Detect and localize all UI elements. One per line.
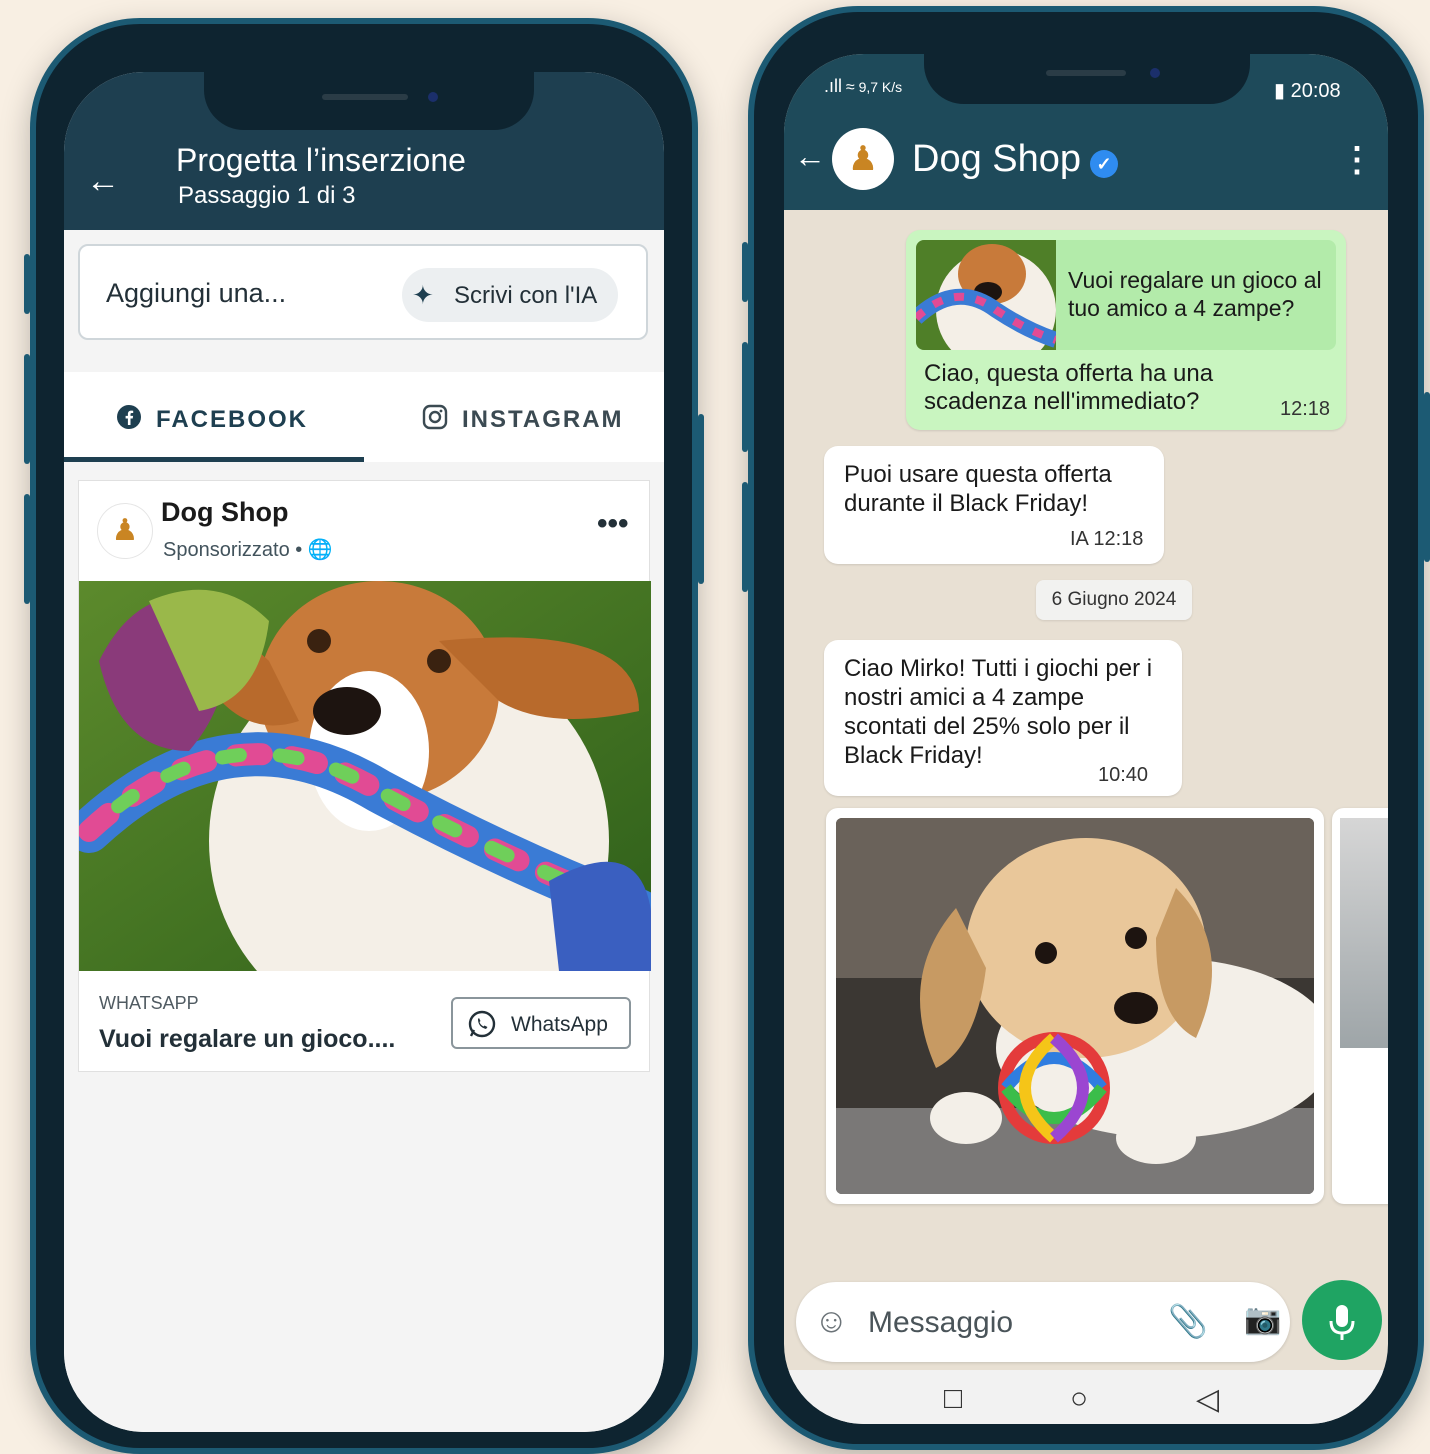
left-phone-screen: ← Progetta l’inserzione Passaggio 1 di 3…	[64, 72, 664, 1432]
camera-icon[interactable]: 📷	[1244, 1302, 1281, 1337]
tab-facebook-label: FACEBOOK	[156, 406, 309, 433]
puppy-with-ball-illustration	[836, 818, 1314, 1194]
left-phone-frame: ← Progetta l’inserzione Passaggio 1 di 3…	[24, 18, 704, 1454]
contact-avatar[interactable]: ♟	[832, 128, 894, 190]
verified-badge-icon: ✓	[1090, 150, 1118, 178]
chat-header: .ıll ≈ 9,7 K/s ▮ 20:08 ← ♟ Dog Shop ✓ ⋮	[784, 54, 1388, 210]
back-triangle-icon[interactable]: ◁	[1196, 1382, 1219, 1417]
more-vertical-icon[interactable]: ⋮	[1340, 140, 1374, 180]
right-phone-frame: .ıll ≈ 9,7 K/s ▮ 20:08 ← ♟ Dog Shop ✓ ⋮	[742, 6, 1430, 1450]
incoming-message[interactable]: Puoi usare questa offerta durante il Bla…	[824, 446, 1164, 564]
puppy-photo	[836, 818, 1314, 1194]
page-avatar: ♟	[97, 503, 153, 559]
notch	[204, 72, 534, 130]
platform-tabs: FACEBOOK INSTAGRAM	[64, 372, 664, 462]
ad-builder-header: ← Progetta l’inserzione Passaggio 1 di 3	[64, 72, 664, 230]
arrow-left-icon[interactable]: ←	[794, 138, 826, 175]
cta-headline: Vuoi regalare un gioco....	[99, 1025, 396, 1053]
post-photo-dog-with-rope-toy	[79, 581, 651, 971]
empty-area	[64, 1082, 664, 1432]
whatsapp-cta-label: WhatsApp	[511, 1013, 608, 1036]
microphone-button[interactable]	[1302, 1280, 1382, 1360]
front-camera	[428, 92, 438, 102]
whatsapp-cta-button[interactable]: WhatsApp	[451, 997, 631, 1049]
power-button	[1424, 392, 1430, 562]
date-separator: 6 Giugno 2024	[1036, 580, 1192, 620]
attachment-icon[interactable]: 📎	[1168, 1302, 1208, 1340]
sparkle-icon: ✦	[412, 280, 434, 310]
battery-icon: ▮	[1274, 80, 1286, 102]
add-text-label: Aggiungi una...	[106, 278, 287, 308]
volume-button	[24, 494, 30, 604]
page-title: Progetta l’inserzione	[176, 142, 466, 178]
message-input-placeholder[interactable]: Messaggio	[868, 1306, 1013, 1340]
clock: 20:08	[1290, 80, 1341, 102]
facebook-icon	[116, 404, 142, 437]
step-indicator: Passaggio 1 di 3	[178, 182, 356, 209]
post-page-name: Dog Shop	[161, 497, 289, 527]
arrow-left-icon[interactable]: ←	[86, 162, 120, 201]
next-photo	[1340, 818, 1388, 1048]
volume-button	[24, 254, 30, 314]
chat-area: Vuoi regalare un gioco al tuo amico a 4 …	[784, 210, 1388, 1290]
recent-apps-icon[interactable]: □	[944, 1382, 962, 1416]
emoji-icon[interactable]: ☺	[814, 1302, 849, 1341]
message-text: Ciao, questa offerta ha una scadenza nel…	[924, 360, 1214, 415]
message-time: 10:40	[1098, 764, 1149, 786]
home-icon[interactable]: ○	[1070, 1382, 1088, 1416]
add-text-box[interactable]: Aggiungi una... ✦ Scrivi con l'IA	[78, 244, 648, 340]
image-message-next[interactable]	[1332, 808, 1388, 1204]
whatsapp-icon	[467, 1009, 497, 1045]
message-text: Ciao Mirko! Tutti i giochi per i nostri …	[844, 655, 1153, 769]
quoted-ad-thumbnail	[916, 240, 1056, 350]
volume-button	[742, 482, 748, 592]
power-button	[698, 414, 704, 584]
contact-name[interactable]: Dog Shop	[912, 138, 1081, 181]
microphone-icon	[1329, 1304, 1355, 1340]
message-time: IA 12:18	[1070, 528, 1144, 550]
incoming-message[interactable]: Ciao Mirko! Tutti i giochi per i nostri …	[824, 640, 1182, 796]
volume-button	[742, 242, 748, 302]
front-camera	[1150, 68, 1160, 78]
volume-button	[24, 354, 30, 464]
outgoing-message[interactable]: Vuoi regalare un gioco al tuo amico a 4 …	[906, 230, 1346, 430]
wifi-icon: ≈	[845, 79, 855, 96]
tab-instagram-label: INSTAGRAM	[462, 406, 624, 433]
ad-preview-post: ♟ Dog Shop Sponsorizzato • 🌐 ••• WHATSAP…	[78, 480, 651, 1072]
signal-icon: .ıll	[824, 76, 842, 96]
tab-instagram[interactable]: INSTAGRAM	[364, 372, 664, 462]
quoted-ad-text: Vuoi regalare un gioco al tuo amico a 4 …	[1068, 267, 1322, 321]
post-sponsored-label: Sponsorizzato • 🌐	[163, 537, 333, 562]
android-nav-bar: □ ○ ◁	[784, 1370, 1388, 1424]
tab-facebook[interactable]: FACEBOOK	[64, 372, 364, 462]
write-with-ai-button[interactable]: ✦ Scrivi con l'IA	[402, 268, 618, 322]
quoted-ad[interactable]: Vuoi regalare un gioco al tuo amico a 4 …	[916, 240, 1336, 350]
write-with-ai-label: Scrivi con l'IA	[454, 282, 598, 309]
dog-thumbnail	[916, 240, 1056, 350]
speaker	[322, 94, 408, 100]
more-horizontal-icon[interactable]: •••	[597, 507, 629, 541]
right-phone-screen: .ıll ≈ 9,7 K/s ▮ 20:08 ← ♟ Dog Shop ✓ ⋮	[784, 54, 1388, 1424]
message-time: 12:18	[1280, 398, 1331, 420]
volume-button	[742, 342, 748, 452]
sponsored-text: Sponsorizzato •	[163, 539, 308, 561]
network-speed: 9,7 K/s	[858, 79, 903, 95]
instagram-icon	[422, 404, 448, 437]
message-text: Puoi usare questa offerta durante il Bla…	[844, 461, 1112, 517]
globe-icon: 🌐	[307, 539, 333, 561]
status-bar-left: .ıll ≈ 9,7 K/s	[824, 76, 902, 97]
dog-rope-illustration	[79, 581, 651, 971]
status-bar-right: ▮ 20:08	[1274, 78, 1341, 103]
image-message-puppy[interactable]	[826, 808, 1324, 1204]
speaker	[1046, 70, 1126, 76]
notch	[924, 54, 1250, 104]
message-input-bar[interactable]: ☺ Messaggio 📎 📷	[796, 1282, 1290, 1362]
cta-channel-label: WHATSAPP	[99, 993, 199, 1013]
